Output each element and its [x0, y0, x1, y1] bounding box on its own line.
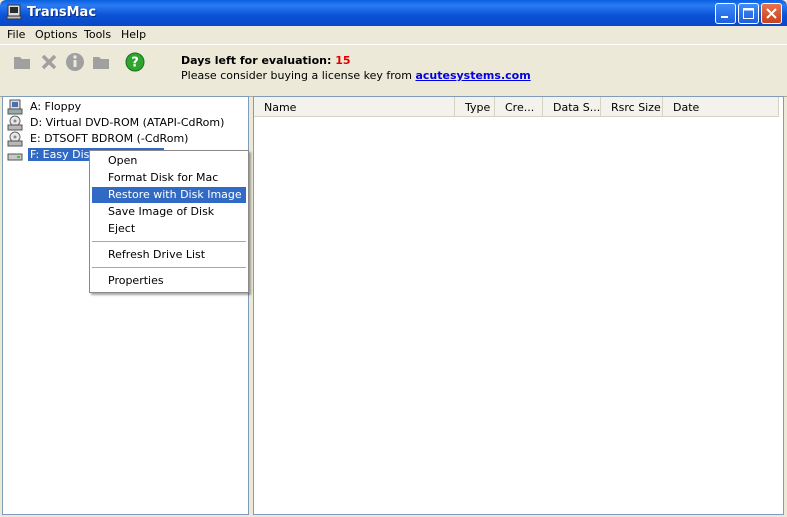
toolbar: ? Days left for evaluation: 15 Please co…	[0, 44, 787, 97]
context-item-restore-disk-image[interactable]: Restore with Disk Image	[92, 187, 246, 203]
context-item-save-image[interactable]: Save Image of Disk	[92, 204, 246, 220]
maximize-button[interactable]	[738, 3, 759, 24]
drive-label: A: Floppy	[30, 100, 82, 113]
context-item-refresh[interactable]: Refresh Drive List	[92, 247, 246, 263]
menu-tools[interactable]: Tools	[84, 28, 111, 41]
license-link[interactable]: acutesystems.com	[415, 69, 530, 82]
column-header-name[interactable]: Name	[254, 97, 455, 117]
days-left-count: 15	[335, 54, 351, 67]
cd-drive-icon	[7, 115, 23, 131]
context-item-open[interactable]: Open	[92, 153, 246, 169]
svg-text:?: ?	[131, 56, 139, 71]
close-button[interactable]	[761, 3, 782, 24]
license-text: Please consider buying a license key fro…	[181, 69, 412, 82]
delete-icon[interactable]	[39, 52, 59, 72]
menu-separator	[92, 267, 246, 268]
context-item-properties[interactable]: Properties	[92, 273, 246, 289]
minimize-button[interactable]	[715, 3, 736, 24]
evaluation-label: Days left for evaluation:	[181, 54, 332, 67]
column-header-creator[interactable]: Cre...	[495, 97, 543, 117]
usb-drive-icon	[7, 153, 23, 161]
menu-help[interactable]: Help	[121, 28, 146, 41]
drive-label: E: DTSOFT BDROM (-CdRom)	[30, 132, 189, 145]
app-icon	[6, 4, 22, 20]
context-item-eject[interactable]: Eject	[92, 221, 246, 237]
column-header-rsrc-size[interactable]: Rsrc Size	[601, 97, 663, 117]
column-header-data-size[interactable]: Data S...	[543, 97, 601, 117]
open-folder-icon[interactable]	[12, 52, 32, 72]
menu-file[interactable]: File	[7, 28, 25, 41]
cd-drive-icon	[7, 131, 23, 147]
minimize-icon	[721, 16, 728, 18]
menu-options[interactable]: Options	[35, 28, 77, 41]
license-notice: Please consider buying a license key fro…	[181, 69, 531, 82]
menu-bar: File Options Tools Help	[0, 26, 787, 44]
evaluation-notice: Days left for evaluation: 15	[181, 54, 351, 67]
column-header-type[interactable]: Type	[455, 97, 495, 117]
title-bar: TransMac	[0, 0, 787, 26]
floppy-drive-icon	[7, 99, 23, 115]
column-header-date[interactable]: Date	[663, 97, 779, 117]
context-item-format-disk[interactable]: Format Disk for Mac	[92, 170, 246, 186]
new-folder-icon[interactable]	[91, 52, 111, 72]
maximize-icon	[743, 8, 754, 19]
drive-label: D: Virtual DVD-ROM (ATAPI-CdRom)	[30, 116, 225, 129]
help-icon[interactable]: ?	[125, 52, 145, 72]
info-icon[interactable]	[65, 52, 85, 72]
drive-context-menu: Open Format Disk for Mac Restore with Di…	[89, 150, 249, 293]
close-icon	[766, 8, 777, 19]
file-list-panel[interactable]: Name Type Cre... Data S... Rsrc Size Dat…	[253, 96, 784, 515]
menu-separator	[92, 241, 246, 242]
window-title: TransMac	[27, 5, 97, 20]
